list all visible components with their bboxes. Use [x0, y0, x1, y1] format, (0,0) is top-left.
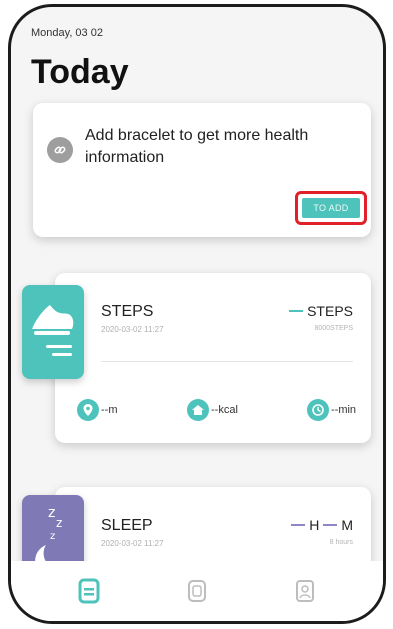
steps-label: STEPS [101, 303, 154, 320]
banner-message: Add bracelet to get more health informat… [85, 127, 309, 166]
steps-value: STEPS [289, 303, 353, 319]
sleep-dash-minutes [323, 524, 338, 526]
date-label: Monday, 03 02 [31, 27, 103, 39]
sleep-value: H M [291, 517, 353, 533]
sleep-label: SLEEP [101, 517, 153, 534]
steps-card[interactable]: STEPS 2020-03-02 11:27 STEPS 8000STEPS -… [55, 273, 371, 443]
steps-goal: 8000STEPS [314, 325, 353, 332]
sleep-timestamp: 2020-03-02 11:27 [101, 539, 164, 548]
add-bracelet-banner: Add bracelet to get more health informat… [33, 103, 371, 237]
svg-text:z: z [48, 505, 55, 521]
svg-text:z: z [50, 531, 55, 542]
profile-icon [296, 580, 314, 602]
steps-divider [101, 361, 353, 362]
sleep-hours-unit: H [309, 517, 320, 533]
nav-device[interactable] [179, 573, 215, 609]
sleep-dash-hours [291, 524, 306, 526]
steps-timestamp: 2020-03-02 11:27 [101, 325, 164, 334]
sleep-goal: 8 hours [329, 539, 353, 546]
link-icon [47, 137, 73, 163]
location-icon [77, 399, 99, 421]
duration-metric: --min [307, 399, 356, 421]
page-title: Today [31, 53, 129, 91]
calories-value: --kcal [211, 404, 238, 416]
steps-dash [289, 310, 304, 312]
distance-value: --m [101, 404, 118, 416]
shoe-icon [32, 305, 74, 356]
device-icon [188, 580, 206, 602]
to-add-button[interactable]: TO ADD [302, 198, 360, 218]
phone-frame: Monday, 03 02 Today Add bracelet to get … [8, 4, 386, 624]
bottom-nav [11, 561, 383, 621]
steps-tile [22, 285, 84, 379]
nav-dashboard[interactable] [71, 573, 107, 609]
clock-icon [307, 399, 329, 421]
sleep-minutes-unit: M [341, 517, 353, 533]
svg-text:z: z [56, 516, 62, 530]
to-add-highlight: TO ADD [295, 191, 367, 225]
dashboard-icon [78, 578, 100, 604]
distance-metric: --m [77, 399, 118, 421]
steps-value-text: STEPS [307, 303, 353, 319]
nav-profile[interactable] [287, 573, 323, 609]
calories-metric: --kcal [187, 399, 238, 421]
duration-value: --min [331, 404, 357, 416]
home-icon [187, 399, 209, 421]
